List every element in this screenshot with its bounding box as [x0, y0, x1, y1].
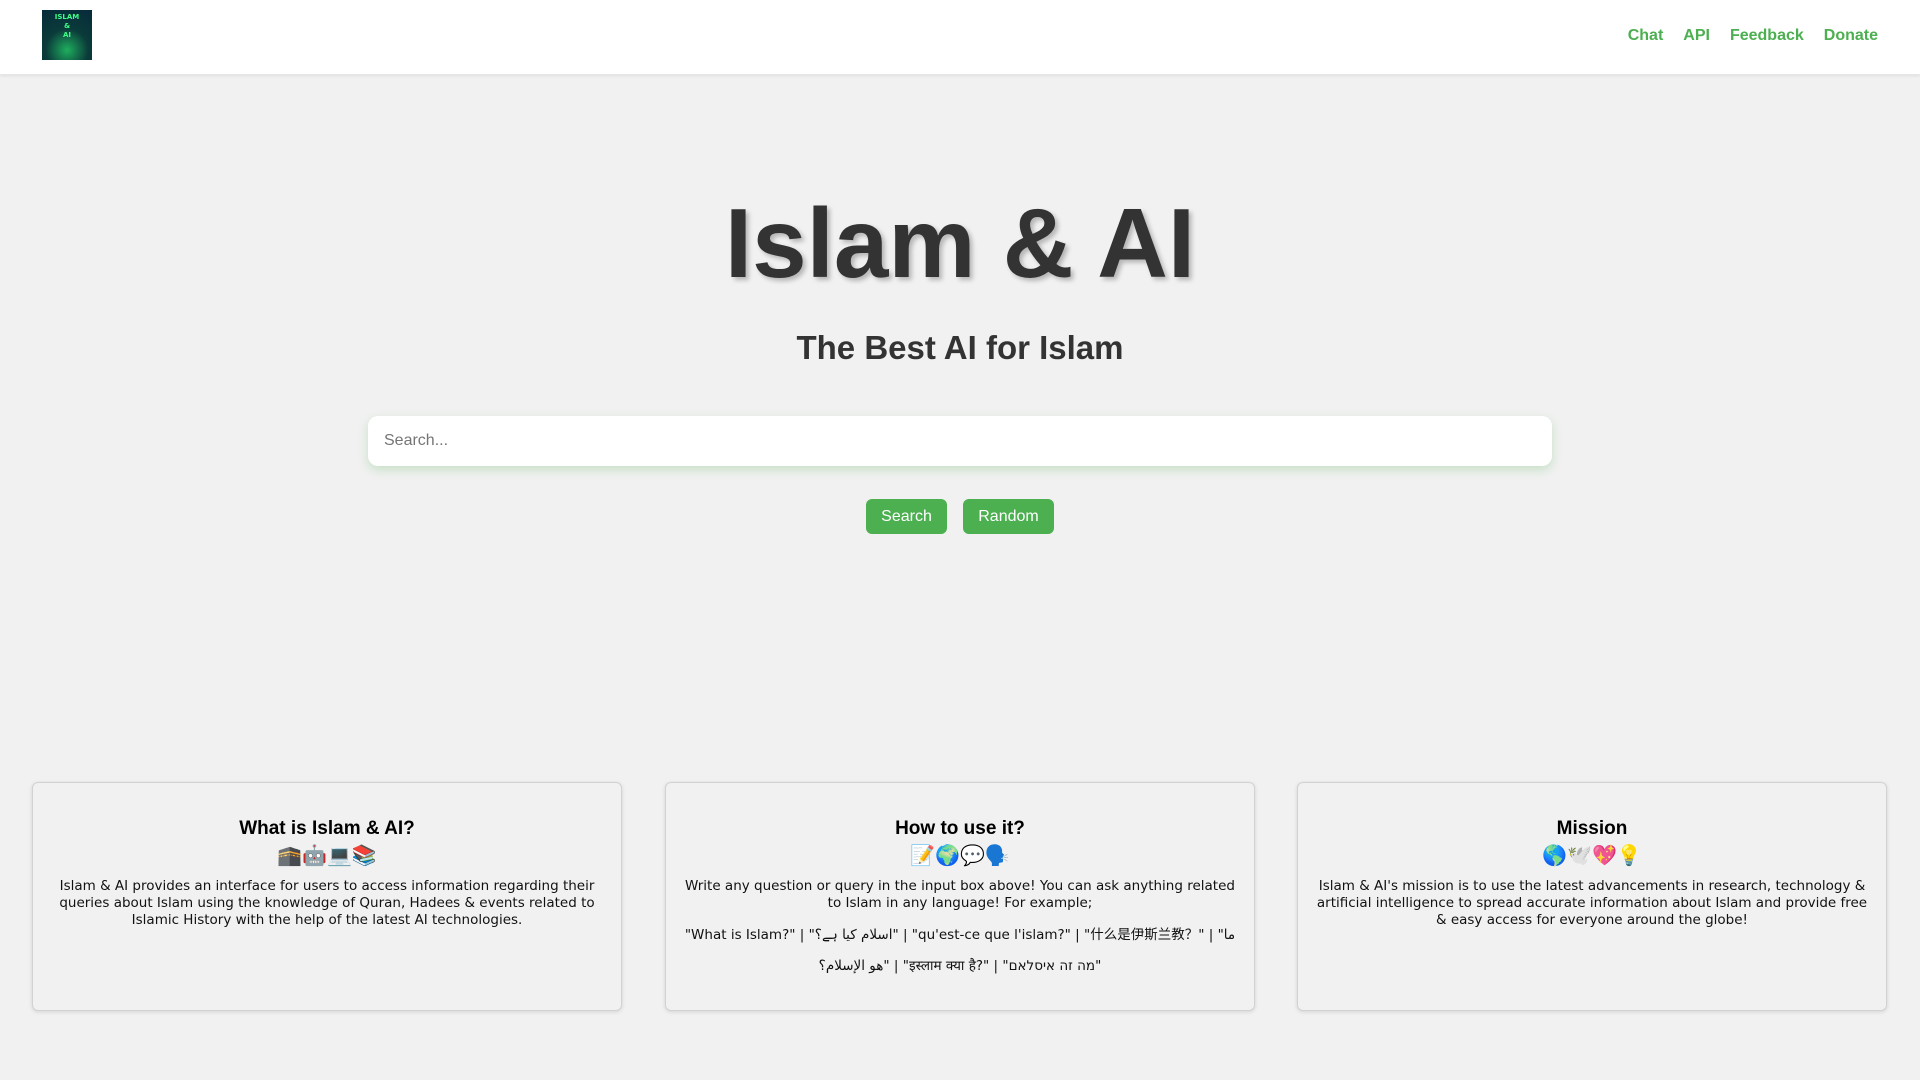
- nav-links: Chat API Feedback Donate: [1628, 27, 1878, 45]
- logo-text-line: &: [63, 22, 71, 30]
- card-emoji-icons: 🌎🕊️💖💡: [1542, 843, 1642, 867]
- logo-text-line: ISLAM: [54, 13, 80, 21]
- card-text: Islam & AI's mission is to use the lates…: [1316, 878, 1868, 928]
- page-title: Islam & AI: [724, 188, 1196, 298]
- logo[interactable]: ISLAM & AI: [42, 10, 92, 60]
- navbar: ISLAM & AI Chat API Feedback Donate: [0, 0, 1920, 75]
- info-card-mission: Mission 🌎🕊️💖💡 Islam & AI's mission is to…: [1297, 782, 1887, 1011]
- card-text: Islam & AI provides an interface for use…: [59, 878, 595, 928]
- card-emoji-icons: 📝🌍💬🗣️: [910, 843, 1010, 867]
- search-input[interactable]: [368, 416, 1552, 466]
- info-card-what-is: What is Islam & AI? 🕋🤖💻📚 Islam & AI prov…: [32, 782, 622, 1011]
- info-card-how-to-use: How to use it? 📝🌍💬🗣️ Write any question …: [665, 782, 1255, 1011]
- card-title: Mission: [1556, 818, 1628, 839]
- nav-link-feedback[interactable]: Feedback: [1730, 27, 1804, 45]
- nav-link-api[interactable]: API: [1683, 27, 1710, 45]
- logo-text-line: AI: [62, 31, 72, 39]
- card-examples: "What is Islam?" | "اسلام کیا ہے؟" | "qu…: [684, 927, 1236, 974]
- nav-link-donate[interactable]: Donate: [1824, 27, 1878, 45]
- random-button[interactable]: Random: [963, 499, 1054, 534]
- page-subtitle: The Best AI for Islam: [796, 329, 1124, 366]
- card-title: What is Islam & AI?: [239, 818, 415, 839]
- card-title: How to use it?: [895, 818, 1025, 839]
- search-button[interactable]: Search: [866, 499, 947, 534]
- card-emoji-icons: 🕋🤖💻📚: [277, 843, 377, 867]
- nav-link-chat[interactable]: Chat: [1628, 27, 1664, 45]
- card-text: Write any question or query in the input…: [685, 878, 1235, 911]
